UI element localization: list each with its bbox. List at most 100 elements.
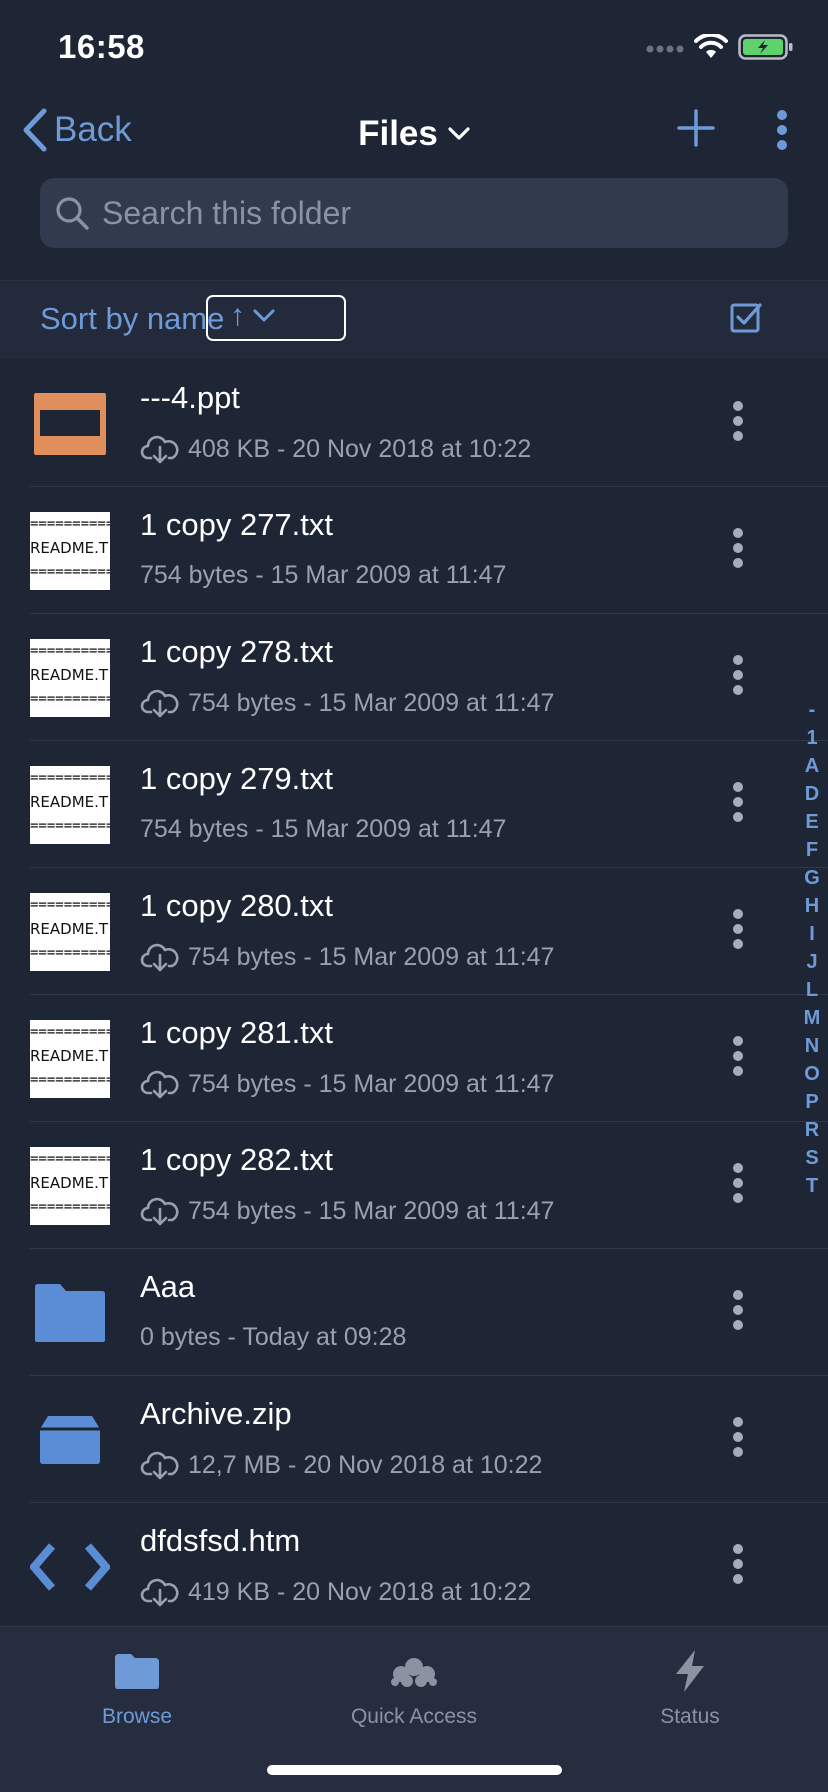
file-row[interactable]: =========== README.T =========== 1 copy 279… xyxy=(0,741,828,868)
file-actions-button[interactable] xyxy=(728,781,748,828)
file-actions-button[interactable] xyxy=(728,527,748,574)
status-time: 16:58 xyxy=(58,28,145,65)
file-actions-button[interactable] xyxy=(728,1162,748,1209)
index-letter[interactable]: 1 xyxy=(806,724,817,752)
sort-label[interactable]: Sort by name xyxy=(40,301,224,337)
file-meta: 754 bytes - 15 Mar 2009 at 11:47 xyxy=(140,1069,554,1099)
select-mode-button[interactable] xyxy=(730,301,762,338)
page-title: Files xyxy=(358,114,438,153)
file-actions-button[interactable] xyxy=(728,908,748,955)
index-letter[interactable]: P xyxy=(805,1088,818,1116)
index-letter[interactable]: T xyxy=(806,1172,818,1200)
file-actions-button[interactable] xyxy=(728,400,748,447)
code-file-icon xyxy=(30,1543,110,1591)
file-row[interactable]: =========== README.T =========== 1 copy 280… xyxy=(0,868,828,995)
chevron-down-icon xyxy=(448,127,470,140)
status-bar: 16:58 xyxy=(0,0,828,96)
readme-line: =========== xyxy=(30,1199,110,1215)
file-row[interactable]: =========== README.T =========== 1 copy 282… xyxy=(0,1122,828,1249)
index-letter[interactable]: N xyxy=(805,1032,819,1060)
readme-text: README.T xyxy=(30,920,109,938)
file-meta: 754 bytes - 15 Mar 2009 at 11:47 xyxy=(140,561,506,590)
tab-status[interactable]: Status xyxy=(590,1643,790,1729)
file-actions-button[interactable] xyxy=(728,654,748,701)
archive-icon xyxy=(40,1416,100,1464)
index-letter[interactable]: H xyxy=(805,892,819,920)
index-letter[interactable]: D xyxy=(805,780,819,808)
file-meta: 0 bytes - Today at 09:28 xyxy=(140,1323,406,1352)
file-row[interactable]: =========== README.T =========== 1 copy 278… xyxy=(0,614,828,741)
more-vertical-icon xyxy=(733,1163,743,1203)
index-letter[interactable]: F xyxy=(806,836,818,864)
folder-icon xyxy=(37,1643,237,1699)
index-letter[interactable]: L xyxy=(806,976,818,1004)
tab-quick-access[interactable]: Quick Access xyxy=(314,1643,514,1729)
file-row[interactable]: =========== README.T =========== 1 copy 281… xyxy=(0,995,828,1122)
more-vertical-icon xyxy=(733,1036,743,1076)
index-letter[interactable]: S xyxy=(805,1144,818,1172)
file-actions-button[interactable] xyxy=(728,1035,748,1082)
readme-line: =========== xyxy=(30,1024,110,1040)
folder-icon xyxy=(35,1284,105,1342)
file-actions-button[interactable] xyxy=(728,1416,748,1463)
index-letter[interactable]: - xyxy=(809,696,816,724)
section-index[interactable]: -1ADEFGHIJLMNOPRST xyxy=(802,696,822,1200)
file-thumbnail: =========== README.T =========== xyxy=(30,765,110,845)
file-row[interactable]: dfdsfsd.htm 419 KB - 20 Nov 2018 at 10:22 xyxy=(0,1503,828,1630)
file-actions-button[interactable] xyxy=(728,1543,748,1590)
file-meta: 419 KB - 20 Nov 2018 at 10:22 xyxy=(140,1577,531,1607)
file-name: 1 copy 278.txt xyxy=(140,634,334,669)
cellular-signal-icon xyxy=(646,41,684,59)
index-letter[interactable]: E xyxy=(805,808,818,836)
more-vertical-icon xyxy=(733,1544,743,1584)
file-meta-text: 408 KB - 20 Nov 2018 at 10:22 xyxy=(188,434,532,463)
file-thumbnail xyxy=(30,384,110,464)
sort-bar: Sort by name ↑ xyxy=(0,281,828,359)
readme-line: =========== xyxy=(30,1072,110,1088)
status-indicators xyxy=(646,32,794,65)
tab-browse[interactable]: Browse xyxy=(37,1643,237,1729)
checkbox-select-icon xyxy=(730,303,762,333)
more-vertical-icon xyxy=(733,655,743,695)
index-letter[interactable]: J xyxy=(806,948,817,976)
more-vertical-icon xyxy=(733,401,743,441)
search-field[interactable]: Search this folder xyxy=(40,178,788,248)
index-letter[interactable]: A xyxy=(805,752,819,780)
index-letter[interactable]: G xyxy=(804,864,820,892)
readme-line: =========== xyxy=(30,643,110,659)
file-name: ---4.ppt xyxy=(140,380,240,415)
file-name: dfdsfsd.htm xyxy=(140,1523,301,1558)
cloud-download-icon xyxy=(140,1451,179,1480)
file-thumbnail: =========== README.T =========== xyxy=(30,892,110,972)
file-row[interactable]: =========== README.T =========== 1 copy 277… xyxy=(0,487,828,614)
index-letter[interactable]: I xyxy=(809,920,815,948)
tab-browse-label: Browse xyxy=(101,1705,173,1728)
index-letter[interactable]: O xyxy=(804,1060,820,1088)
file-row[interactable]: Archive.zip 12,7 MB - 20 Nov 2018 at 10:2… xyxy=(0,1376,828,1503)
more-vertical-icon xyxy=(733,1417,743,1457)
tab-quick-access-label: Quick Access xyxy=(350,1705,478,1728)
readme-line: =========== xyxy=(30,516,110,532)
readme-text: README.T xyxy=(30,539,109,557)
more-options-button[interactable] xyxy=(770,110,794,155)
presentation-icon xyxy=(34,393,106,455)
file-meta-text: 0 bytes - Today at 09:28 xyxy=(140,1323,407,1351)
file-meta-text: 754 bytes - 15 Mar 2009 at 11:47 xyxy=(140,815,507,843)
file-thumbnail: =========== README.T =========== xyxy=(30,638,110,718)
file-row[interactable]: ---4.ppt 408 KB - 20 Nov 2018 at 10:22 xyxy=(0,360,828,487)
file-row[interactable]: Aaa 0 bytes - Today at 09:28 xyxy=(0,1249,828,1376)
file-name: 1 copy 277.txt xyxy=(140,507,334,542)
index-letter[interactable]: M xyxy=(804,1004,821,1032)
index-letter[interactable]: R xyxy=(805,1116,819,1144)
file-actions-button[interactable] xyxy=(728,1289,748,1336)
file-name: 1 copy 281.txt xyxy=(140,1015,334,1050)
search-placeholder: Search this folder xyxy=(102,194,352,231)
readme-line: =========== xyxy=(30,564,110,580)
file-name: Aaa xyxy=(140,1269,196,1304)
file-meta-text: 754 bytes - 15 Mar 2009 at 11:47 xyxy=(188,1196,555,1225)
file-meta-text: 754 bytes - 15 Mar 2009 at 11:47 xyxy=(140,561,507,589)
readme-text: README.T xyxy=(30,793,109,811)
readme-text: README.T xyxy=(30,1047,109,1065)
home-indicator xyxy=(267,1765,562,1775)
add-button[interactable] xyxy=(676,108,716,153)
